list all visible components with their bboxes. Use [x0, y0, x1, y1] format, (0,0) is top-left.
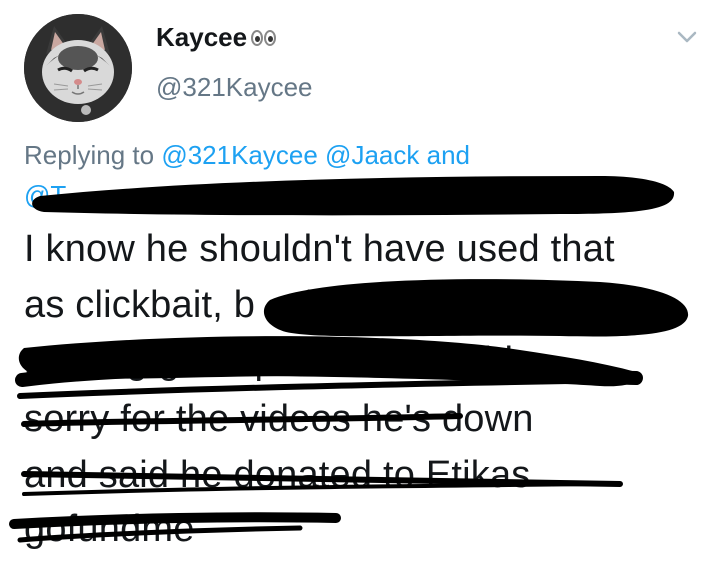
- redaction-mention: [32, 176, 675, 216]
- replying-prefix: Replying to: [24, 140, 155, 170]
- chevron-down-icon[interactable]: [672, 22, 702, 52]
- tweet-line-2: as clickbait, b he was actu: [24, 284, 510, 327]
- tweet-line-1: I know he shouldn't have used that: [24, 228, 615, 270]
- tweet-line-2-hidden: he was actu: [305, 284, 511, 326]
- tweet-line-5: and said he donated to Etikas: [24, 454, 531, 496]
- tweet-line-3: making good points and said: [24, 340, 514, 382]
- eyes-emoji-icon: [251, 29, 277, 46]
- mention-321kaycee[interactable]: @321Kaycee: [161, 140, 318, 170]
- avatar[interactable]: [24, 14, 132, 122]
- replying-to: Replying to @321Kaycee @Jaack and: [24, 140, 470, 171]
- eye-left-icon: [251, 29, 264, 46]
- cat-avatar-icon: [24, 14, 132, 122]
- mention-redacted[interactable]: @T: [24, 180, 66, 211]
- eye-right-icon: [264, 29, 277, 46]
- tweet-line-6: gofundme: [24, 508, 195, 550]
- reply-joiner[interactable]: and: [427, 140, 470, 170]
- handle[interactable]: @321Kaycee: [156, 72, 313, 103]
- display-name[interactable]: Kaycee: [156, 22, 277, 53]
- tweet-line-2-text: as clickbait, b: [24, 284, 256, 326]
- display-name-text: Kaycee: [156, 22, 248, 52]
- mention-jaack[interactable]: @Jaack: [325, 140, 419, 170]
- tweet-line-4: sorry for the videos he's down: [24, 398, 534, 440]
